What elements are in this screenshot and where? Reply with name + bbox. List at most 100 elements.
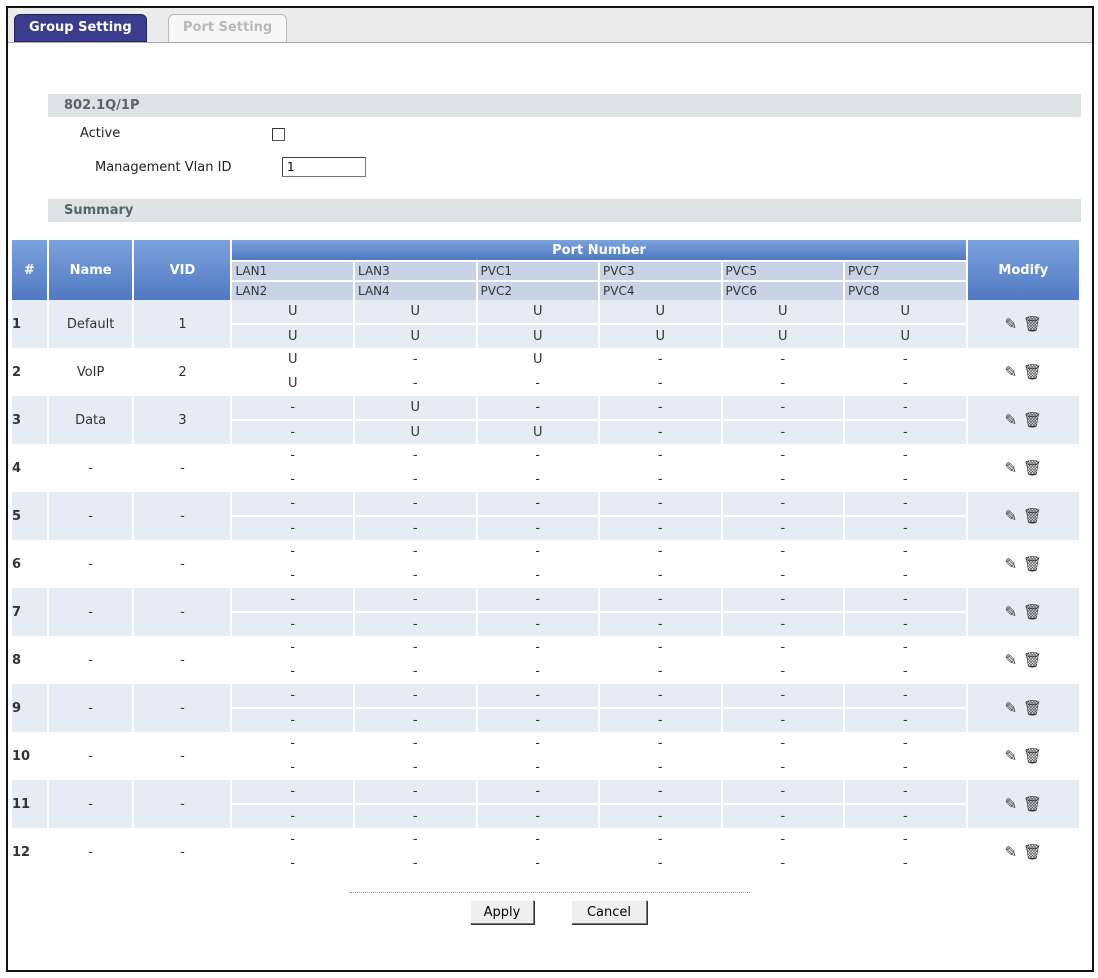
port-membership: - <box>600 492 721 518</box>
row-number: 12 <box>12 844 31 860</box>
port-membership: - <box>477 805 599 828</box>
table-row: 1 Default 1 U U U U U U ✎ 🗑 <box>12 300 1079 348</box>
table-row: 10 - - - - - - - - ✎ 🗑 <box>12 732 1079 765</box>
row-name: - <box>88 844 93 860</box>
port-membership: - <box>290 856 296 871</box>
port-label: PVC5 <box>722 260 844 280</box>
table-row: 4 - - - - - - - - ✎ 🗑 <box>12 444 1079 477</box>
port-membership: - <box>845 517 966 540</box>
port-membership: - <box>845 709 966 732</box>
port-membership: - <box>780 472 786 487</box>
edit-icon[interactable]: ✎ <box>1004 507 1017 525</box>
apply-button[interactable]: Apply <box>470 900 534 924</box>
column-header-name: Name <box>48 240 133 300</box>
port-membership: - <box>722 421 844 444</box>
trash-icon[interactable]: 🗑 <box>1023 507 1042 525</box>
row-name: Default <box>48 300 133 348</box>
port-membership: - <box>535 832 541 847</box>
trash-icon[interactable]: 🗑 <box>1023 699 1042 717</box>
row-modify: ✎ 🗑 <box>967 684 1079 732</box>
active-label: Active <box>80 126 121 141</box>
port-membership: - <box>477 517 599 540</box>
port-membership: - <box>780 568 786 583</box>
row-vid: - <box>180 652 185 668</box>
row-vid: 3 <box>134 396 231 444</box>
row-modify: ✎ 🗑 <box>967 780 1079 828</box>
port-membership: - <box>845 492 966 518</box>
row-number: 7 <box>12 588 47 636</box>
edit-icon[interactable]: ✎ <box>1004 363 1017 381</box>
edit-icon[interactable]: ✎ <box>1004 699 1017 717</box>
port-membership: U <box>354 300 476 326</box>
port-membership: - <box>657 544 663 559</box>
row-vid: - <box>134 588 231 636</box>
port-membership: - <box>780 544 786 559</box>
port-membership: - <box>535 568 541 583</box>
port-membership: - <box>354 805 476 828</box>
port-membership: - <box>657 376 663 391</box>
row-vid: - <box>180 460 185 476</box>
tab-port-setting[interactable]: Port Setting <box>168 14 288 42</box>
row-name: - <box>48 684 133 732</box>
port-membership: - <box>477 780 599 806</box>
table-row: 7- - - - - - - - ✎ 🗑 <box>12 588 1079 636</box>
port-membership: - <box>535 472 541 487</box>
trash-icon[interactable]: 🗑 <box>1023 459 1042 477</box>
port-membership: - <box>722 684 844 710</box>
port-membership: - <box>412 352 418 367</box>
port-membership: - <box>232 396 353 422</box>
port-label: PVC4 <box>600 280 721 300</box>
trash-icon[interactable]: 🗑 <box>1023 843 1042 861</box>
row-vid: 2 <box>178 364 187 380</box>
edit-icon[interactable]: ✎ <box>1004 459 1017 477</box>
trash-icon[interactable]: 🗑 <box>1023 795 1042 813</box>
tab-group-setting[interactable]: Group Setting <box>14 14 147 42</box>
edit-icon[interactable]: ✎ <box>1004 603 1017 621</box>
row-modify: ✎ 🗑 <box>967 396 1079 444</box>
trash-icon[interactable]: 🗑 <box>1023 651 1042 669</box>
port-membership: - <box>412 664 418 679</box>
trash-icon[interactable]: 🗑 <box>1023 747 1042 765</box>
port-membership: - <box>477 492 599 518</box>
port-membership: - <box>600 613 721 636</box>
port-membership: - <box>600 805 721 828</box>
port-membership: - <box>535 544 541 559</box>
row-vid: - <box>134 684 231 732</box>
edit-icon[interactable]: ✎ <box>1004 651 1017 669</box>
edit-icon[interactable]: ✎ <box>1004 411 1017 429</box>
trash-icon[interactable]: 🗑 <box>1023 363 1042 381</box>
cancel-button[interactable]: Cancel <box>571 900 647 924</box>
port-membership: - <box>290 544 296 559</box>
trash-icon[interactable]: 🗑 <box>1023 411 1042 429</box>
row-vid: - <box>134 780 231 828</box>
port-membership: - <box>232 517 353 540</box>
edit-icon[interactable]: ✎ <box>1004 795 1017 813</box>
port-membership: - <box>600 780 721 806</box>
section-8021q-header: 802.1Q/1P <box>48 94 1081 117</box>
port-membership: - <box>600 396 721 422</box>
port-membership: - <box>845 396 966 422</box>
port-membership: U <box>600 325 721 348</box>
management-vlan-id-input[interactable] <box>282 157 366 177</box>
trash-icon[interactable]: 🗑 <box>1023 603 1042 621</box>
port-membership: - <box>232 492 353 518</box>
edit-icon[interactable]: ✎ <box>1004 555 1017 573</box>
row-name: - <box>48 780 133 828</box>
trash-icon[interactable]: 🗑 <box>1023 315 1042 333</box>
row-modify: ✎ 🗑 <box>967 300 1079 348</box>
port-membership: - <box>412 448 418 463</box>
port-label: LAN2 <box>232 280 353 300</box>
row-name: - <box>88 556 93 572</box>
row-number: 2 <box>12 364 22 380</box>
port-membership: U <box>845 300 966 326</box>
port-membership: - <box>412 472 418 487</box>
edit-icon[interactable]: ✎ <box>1004 747 1017 765</box>
port-membership: U <box>232 325 353 348</box>
active-checkbox[interactable] <box>272 128 285 141</box>
edit-icon[interactable]: ✎ <box>1004 315 1017 333</box>
edit-icon[interactable]: ✎ <box>1004 843 1017 861</box>
trash-icon[interactable]: 🗑 <box>1023 555 1042 573</box>
column-header-port-number: Port Number <box>232 240 966 260</box>
row-number: 4 <box>12 460 22 476</box>
port-membership: - <box>535 664 541 679</box>
